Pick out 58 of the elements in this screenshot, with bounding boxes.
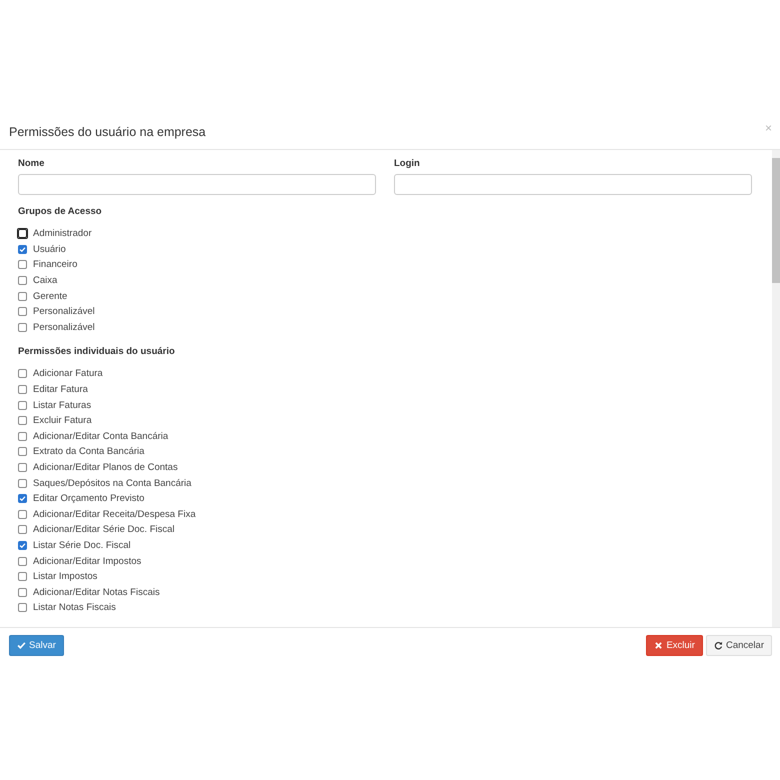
cancel-button[interactable]: Cancelar <box>706 634 772 656</box>
checkbox-label: Saques/Depósitos na Conta Bancária <box>33 478 192 489</box>
checkbox[interactable] <box>18 494 27 504</box>
checkbox[interactable] <box>18 369 27 378</box>
checkbox[interactable] <box>18 260 27 270</box>
input-field[interactable] <box>18 174 376 195</box>
checkbox-label: Listar Impostos <box>33 571 98 582</box>
input-field[interactable] <box>394 174 752 195</box>
section-heading: Permissões individuais do usuário <box>18 346 176 358</box>
checkbox-label: Adicionar/Editar Receita/Despesa Fixa <box>33 508 196 520</box>
checkbox[interactable] <box>18 307 27 316</box>
checkbox-label: Personalizável <box>33 322 95 333</box>
checkbox[interactable] <box>18 572 27 582</box>
checkbox-label: Adicionar/Editar Impostos <box>33 556 142 567</box>
close-icon <box>654 640 664 650</box>
checkbox[interactable] <box>18 432 27 441</box>
checkbox-label: Extrato da Conta Bancária <box>33 446 144 458</box>
modal-title: Permissões do usuário na empresa <box>9 125 206 139</box>
checkbox-label: Listar Série Doc. Fiscal <box>33 540 131 551</box>
checkbox-label: Editar Orçamento Previsto <box>33 493 144 504</box>
checkbox[interactable] <box>18 400 27 410</box>
checkbox[interactable] <box>18 556 27 566</box>
checkbox-label: Adicionar/Editar Conta Bancária <box>33 430 168 442</box>
checkbox-label: Personalizável <box>33 306 95 318</box>
save-button[interactable]: Salvar <box>9 634 64 656</box>
checkbox[interactable] <box>18 292 27 301</box>
checkbox[interactable] <box>18 322 27 332</box>
checkbox-label: Excluir Fatura <box>33 415 92 426</box>
section-heading: Grupos de Acesso <box>18 206 103 217</box>
delete-button[interactable]: Excluir <box>646 634 703 656</box>
checkbox[interactable] <box>18 525 27 534</box>
check-icon <box>17 640 26 650</box>
checkbox-label: Adicionar/Editar Notas Fiscais <box>33 586 160 598</box>
checkbox-label: Gerente <box>33 290 68 302</box>
checkbox[interactable] <box>18 447 27 456</box>
field-label: Nome <box>18 158 46 169</box>
checkbox-label: Usuário <box>33 244 66 255</box>
checkbox[interactable] <box>18 416 27 426</box>
checkbox[interactable] <box>18 463 27 472</box>
refresh-icon <box>714 640 723 650</box>
checkbox[interactable] <box>18 244 27 254</box>
checkbox-label: Adicionar Fatura <box>33 368 103 380</box>
checkbox-label: Listar Faturas <box>33 400 92 411</box>
checkbox-label: Caixa <box>33 275 58 286</box>
checkbox[interactable] <box>18 478 27 488</box>
checkbox-label: Editar Fatura <box>33 384 88 396</box>
checkbox[interactable] <box>18 588 27 597</box>
checkbox[interactable] <box>18 603 27 612</box>
checkbox[interactable] <box>18 385 27 394</box>
checkbox-label: Financeiro <box>33 259 78 270</box>
checkbox[interactable] <box>18 276 27 286</box>
checkbox-label: Administrador <box>33 228 92 240</box>
checkbox[interactable] <box>18 540 27 550</box>
checkbox-label: Adicionar/Editar Planos de Contas <box>33 462 178 474</box>
checkbox-label: Listar Notas Fiscais <box>33 602 116 614</box>
field-label: Login <box>394 158 421 169</box>
checkbox[interactable] <box>18 510 27 519</box>
checkbox-label: Adicionar/Editar Série Doc. Fiscal <box>33 524 174 536</box>
